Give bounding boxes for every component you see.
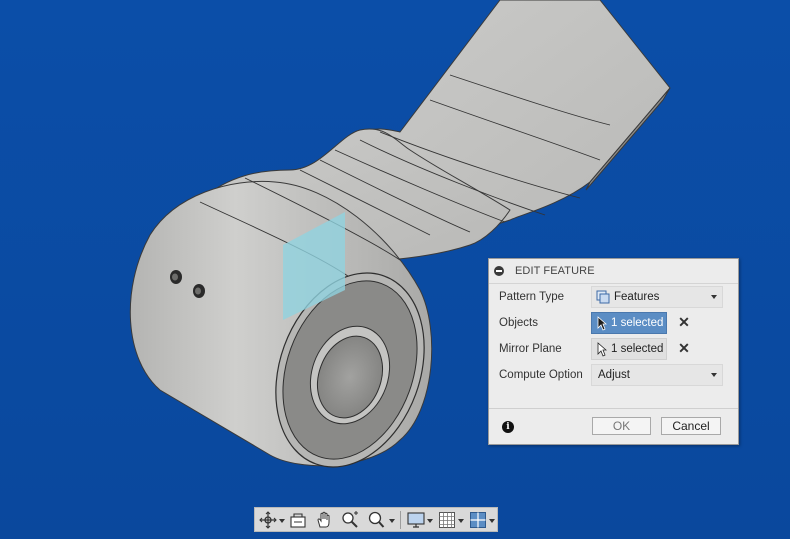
chevron-down-icon[interactable] — [427, 519, 433, 523]
compute-option-value: Adjust — [598, 369, 630, 381]
mirror-plane-row: Mirror Plane 1 selected ✕ — [489, 338, 738, 362]
chevron-down-icon[interactable] — [279, 519, 285, 523]
close-icon[interactable]: ✕ — [677, 314, 691, 330]
toolbar-separator — [400, 511, 401, 529]
orbit-icon[interactable] — [259, 511, 277, 529]
display-settings-icon[interactable] — [407, 511, 425, 529]
objects-select-button[interactable]: 1 selected — [591, 312, 667, 334]
pan-icon[interactable] — [315, 511, 333, 529]
pattern-type-value: Features — [614, 291, 660, 303]
dialog-footer: i OK Cancel — [489, 408, 738, 445]
zoom-icon[interactable] — [341, 511, 359, 529]
chevron-down-icon[interactable] — [489, 519, 495, 523]
compute-option-row: Compute Option Adjust — [489, 364, 738, 388]
pattern-type-label: Pattern Type — [499, 291, 564, 303]
close-icon[interactable]: ✕ — [677, 340, 691, 356]
dialog-header: EDIT FEATURE — [489, 259, 738, 284]
objects-label: Objects — [499, 317, 538, 329]
dialog-title: EDIT FEATURE — [515, 265, 595, 277]
cursor-icon — [597, 342, 607, 357]
fit-icon[interactable] — [367, 511, 385, 529]
chevron-down-icon — [711, 295, 717, 299]
pattern-type-dropdown[interactable]: Features — [591, 286, 723, 308]
edit-feature-dialog: EDIT FEATURE Pattern Type Features Objec… — [488, 258, 739, 445]
chevron-down-icon — [711, 373, 717, 377]
mirror-plane-label: Mirror Plane — [499, 343, 562, 355]
mirror-plane-select-button[interactable]: 1 selected — [591, 338, 667, 360]
grid-icon[interactable] — [438, 511, 456, 529]
features-icon — [596, 290, 610, 304]
minus-circle-icon[interactable] — [494, 266, 504, 276]
pattern-type-row: Pattern Type Features — [489, 286, 738, 310]
chevron-down-icon[interactable] — [389, 519, 395, 523]
objects-value: 1 selected — [611, 317, 664, 329]
objects-row: Objects 1 selected ✕ — [489, 312, 738, 336]
compute-option-dropdown[interactable]: Adjust — [591, 364, 723, 386]
info-icon[interactable]: i — [502, 421, 514, 433]
navigation-toolbar — [254, 507, 498, 532]
compute-option-label: Compute Option — [499, 369, 583, 381]
look-at-icon[interactable] — [289, 511, 307, 529]
cursor-icon — [597, 316, 607, 331]
cancel-button[interactable]: Cancel — [661, 417, 721, 435]
mirror-plane-value: 1 selected — [611, 343, 664, 355]
ok-button[interactable]: OK — [592, 417, 651, 435]
chevron-down-icon[interactable] — [458, 519, 464, 523]
viewports-icon[interactable] — [469, 511, 487, 529]
